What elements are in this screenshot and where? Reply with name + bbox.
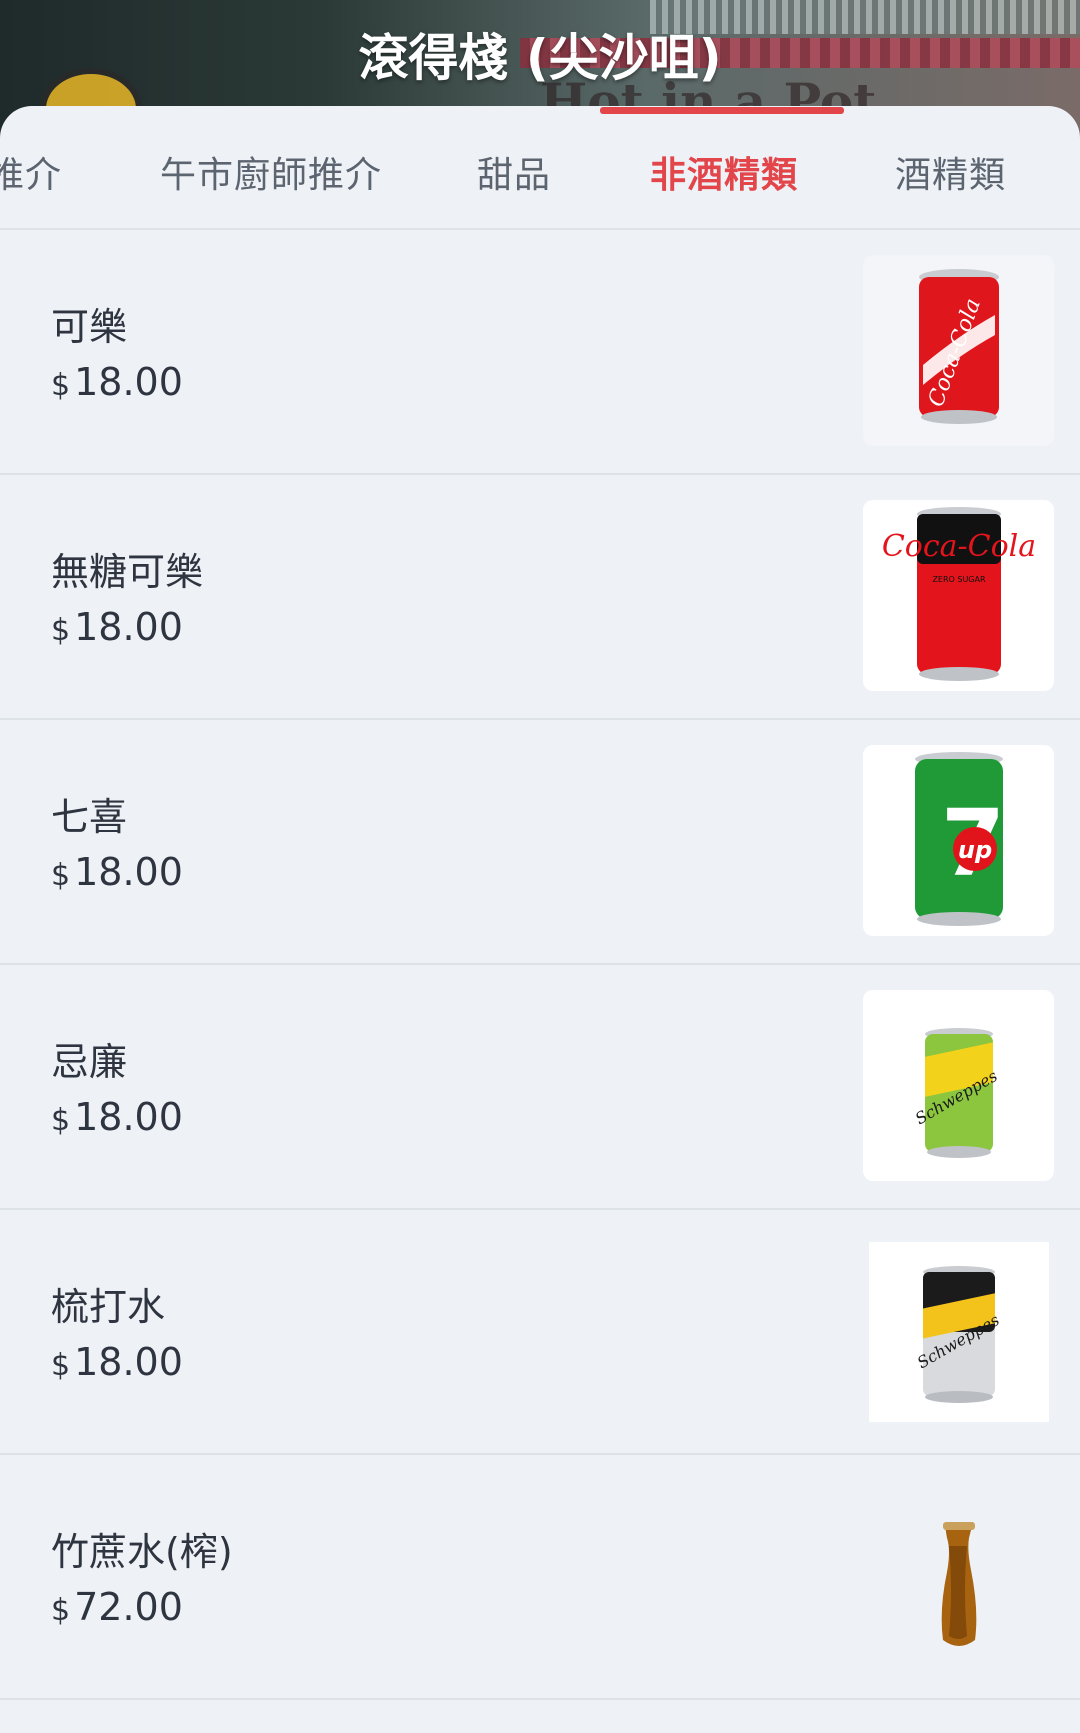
menu-item[interactable]: 竹蔗水(榨) $72.00	[0, 1455, 1080, 1700]
item-price: $18.00	[51, 1095, 183, 1139]
currency-symbol: $	[51, 613, 71, 648]
svg-text:up: up	[958, 836, 992, 864]
price-amount: 72.00	[74, 1585, 183, 1629]
menu-item[interactable]: 七喜 $18.00 7 up	[0, 720, 1080, 965]
item-name: 竹蔗水(榨)	[51, 1530, 233, 1574]
sugarcane-juice-jug-image[interactable]	[863, 1480, 1054, 1671]
coca-cola-can-image[interactable]: Coca-Cola	[863, 255, 1054, 446]
svg-text:ZERO SUGAR: ZERO SUGAR	[932, 575, 986, 584]
tab-dessert[interactable]: 甜品	[477, 146, 551, 198]
item-name: 可樂	[51, 305, 128, 349]
item-name: 梳打水	[51, 1285, 166, 1329]
svg-text:Coca-Cola: Coca-Cola	[882, 529, 1036, 564]
item-price: $18.00	[51, 605, 183, 649]
tab-non-alcoholic[interactable]: 非酒精類	[650, 146, 798, 198]
7up-can-image[interactable]: 7 up	[863, 745, 1054, 936]
price-amount: 18.00	[74, 850, 183, 894]
page-title: 滾得棧 (尖沙咀)	[358, 29, 722, 87]
item-price: $18.00	[51, 850, 183, 894]
active-tab-indicator	[600, 107, 844, 114]
currency-symbol: $	[51, 1103, 71, 1138]
menu-item[interactable]: 梳打水 $18.00 Schweppes	[0, 1210, 1080, 1455]
item-price: $72.00	[51, 1585, 183, 1629]
price-amount: 18.00	[74, 1340, 183, 1384]
item-name: 忌廉	[51, 1040, 128, 1084]
menu-item[interactable]: 無糖可樂 $18.00 Coca-Cola ZERO SUGAR	[0, 475, 1080, 720]
item-name: 無糖可樂	[51, 550, 204, 594]
category-tabs: 推介 午市廚師推介 甜品 非酒精類 酒精類	[0, 106, 1080, 228]
menu-item[interactable]: 可樂 $18.00 Coca-Cola	[0, 230, 1080, 475]
currency-symbol: $	[51, 858, 71, 893]
item-price: $18.00	[51, 360, 183, 404]
item-price: $18.00	[51, 1340, 183, 1384]
price-amount: 18.00	[74, 1095, 183, 1139]
currency-symbol: $	[51, 1593, 71, 1628]
price-amount: 18.00	[74, 360, 183, 404]
tab-alcoholic[interactable]: 酒精類	[895, 146, 1006, 198]
tab-lunch-chef-recommended[interactable]: 午市廚師推介	[160, 146, 382, 198]
schweppes-cream-soda-can-image[interactable]: Schweppes	[863, 990, 1054, 1181]
item-name: 七喜	[51, 795, 128, 839]
schweppes-soda-water-can-image[interactable]: Schweppes	[869, 1242, 1049, 1422]
menu-list: 可樂 $18.00 Coca-Cola 無糖可樂 $18.00 Coca-Col…	[0, 230, 1080, 1700]
menu-item[interactable]: 忌廉 $18.00 Schweppes	[0, 965, 1080, 1210]
currency-symbol: $	[51, 368, 71, 403]
coke-zero-can-image[interactable]: Coca-Cola ZERO SUGAR	[863, 500, 1054, 691]
price-amount: 18.00	[74, 605, 183, 649]
currency-symbol: $	[51, 1348, 71, 1383]
tab-recommended[interactable]: 推介	[0, 146, 62, 198]
